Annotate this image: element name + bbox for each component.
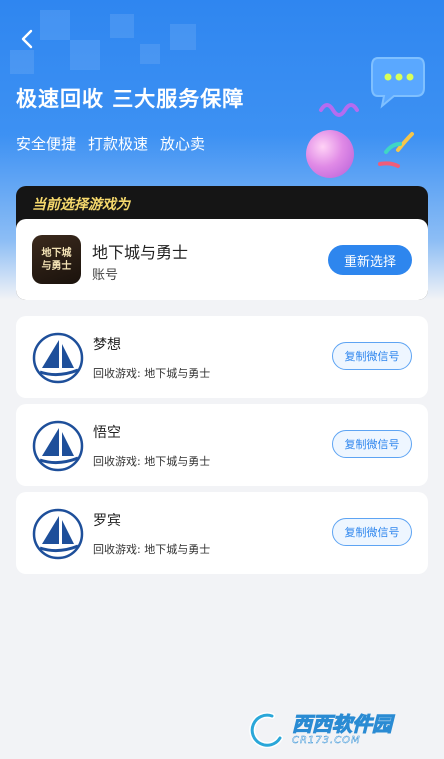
game-logo-text: 与勇士 (41, 260, 72, 272)
agent-card: 悟空 回收游戏: 地下城与勇士 复制微信号 (16, 404, 428, 486)
watermark-brand: 西西软件园 (292, 712, 393, 736)
feature-list: 安全便捷 打款极速 放心卖 (16, 133, 205, 154)
agent-name: 罗宾 (93, 513, 121, 529)
selected-game-card: 地下城 与勇士 地下城与勇士 账号 重新选择 (16, 219, 428, 300)
game-logo-text: 地下城 (41, 247, 72, 259)
copy-wechat-button[interactable]: 复制微信号 (332, 518, 412, 546)
game-type: 账号 (92, 268, 119, 283)
agent-name: 悟空 (93, 425, 121, 441)
page-headline: 极速回收 三大服务保障 (16, 87, 245, 111)
selected-game-panel-title: 当前选择游戏为 (32, 197, 130, 213)
watermark-domain: CR173.COM (292, 735, 361, 746)
sailboat-icon (32, 332, 84, 384)
feature-item: 安全便捷 (16, 135, 77, 153)
confetti-icon (378, 132, 414, 168)
copy-wechat-button[interactable]: 复制微信号 (332, 430, 412, 458)
sailboat-icon (32, 420, 84, 472)
back-button[interactable] (14, 26, 40, 52)
sailboat-icon (32, 508, 84, 560)
chevron-left-icon (21, 29, 33, 49)
feature-item: 放心卖 (160, 135, 206, 153)
agent-game-label: 回收游戏: 地下城与勇士 (93, 543, 211, 556)
agent-game-label: 回收游戏: 地下城与勇士 (93, 455, 211, 468)
game-logo: 地下城 与勇士 (32, 235, 81, 284)
agent-card: 梦想 回收游戏: 地下城与勇士 复制微信号 (16, 316, 428, 398)
game-name: 地下城与勇士 (92, 243, 189, 262)
agent-card: 罗宾 回收游戏: 地下城与勇士 复制微信号 (16, 492, 428, 574)
agent-name: 梦想 (93, 337, 121, 353)
watermark: 西西软件园 CR173.COM (244, 711, 426, 749)
copy-wechat-button[interactable]: 复制微信号 (332, 342, 412, 370)
watermark-logo-icon (249, 712, 283, 748)
chat-bubble-icon (371, 57, 425, 109)
squiggle-icon (319, 103, 359, 117)
feature-item: 打款极速 (88, 135, 149, 153)
agent-game-label: 回收游戏: 地下城与勇士 (93, 367, 211, 380)
sphere-icon (306, 130, 354, 178)
reselect-button[interactable]: 重新选择 (328, 245, 412, 275)
